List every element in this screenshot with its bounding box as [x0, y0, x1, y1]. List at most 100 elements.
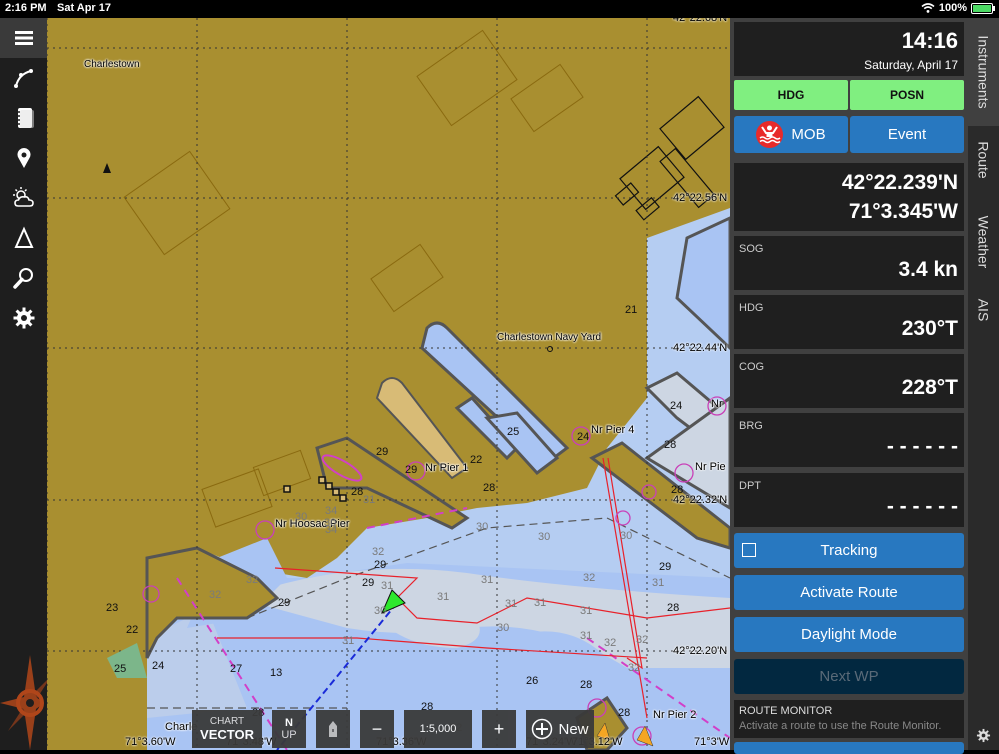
place-label: Nr Hoosac Pier: [275, 518, 350, 530]
compass-rose-icon: [0, 655, 50, 750]
sounding-label: 31: [580, 605, 593, 617]
brg-label: BRG: [739, 420, 763, 432]
logbook-icon: [15, 108, 34, 128]
route-monitor-title: ROUTE MONITOR: [739, 705, 833, 717]
sounding-label: 32: [583, 572, 596, 584]
posn-mode-button[interactable]: POSN: [850, 80, 964, 110]
logbook-button[interactable]: [0, 98, 47, 138]
triangle-icon: [13, 226, 34, 248]
tab-ais[interactable]: AIS: [968, 290, 999, 330]
sounding-label: 28: [667, 602, 680, 614]
zoom-out-button[interactable]: −: [360, 710, 394, 748]
daylight-mode-button[interactable]: Daylight Mode: [734, 617, 964, 652]
latitude-value: 42°22.239'N: [841, 171, 958, 194]
mob-button[interactable]: MOB: [734, 116, 848, 153]
hdg-value: 230°T: [901, 317, 958, 340]
sounding-label: 31: [437, 591, 450, 603]
route-monitor-box: ROUTE MONITOR Activate a route to use th…: [734, 700, 964, 738]
tab-route-label: Route: [975, 141, 992, 179]
tab-route[interactable]: Route: [968, 126, 999, 194]
gear-icon: [13, 307, 34, 329]
nautical-chart[interactable]: Charlestown Charlestown Navy Yard Nr Hoo…: [47, 18, 730, 750]
sounding-label: 24: [577, 431, 590, 443]
place-label: Nr: [711, 398, 723, 410]
sounding-label: 30: [324, 517, 337, 529]
hdg-mode-button[interactable]: HDG: [734, 80, 848, 110]
chart-type-value: VECTOR: [200, 727, 254, 742]
next-wp-button[interactable]: Next WP: [734, 659, 964, 694]
menu-icon: [14, 31, 33, 45]
tab-ais-label: AIS: [975, 298, 992, 322]
sounding-label: 28: [664, 439, 677, 451]
sounding-label: 29: [278, 597, 291, 609]
hdg-box: HDG 230°T: [734, 295, 964, 349]
orientation-bottom: UP: [281, 729, 297, 741]
sounding-label: 30: [538, 531, 551, 543]
side-tabs: Instruments Route Weather AIS: [968, 18, 999, 750]
boat-icon: [329, 721, 337, 737]
dpt-box: DPT - - - - - -: [734, 473, 964, 527]
sounding-label: 28: [483, 482, 496, 494]
bell-icon: [103, 163, 111, 173]
settings-button[interactable]: [0, 298, 47, 338]
sounding-label: 32: [246, 574, 259, 586]
search-icon: [12, 268, 33, 289]
route-monitor-action[interactable]: [734, 742, 964, 754]
new-button[interactable]: New: [526, 710, 594, 748]
tides-button[interactable]: [0, 218, 47, 258]
sounding-label: 27: [230, 663, 243, 675]
weather-button[interactable]: [0, 178, 47, 218]
battery-percent: 100%: [938, 2, 967, 14]
sog-label: SOG: [739, 243, 764, 255]
new-label: New: [558, 720, 589, 738]
search-button[interactable]: [0, 258, 47, 298]
sounding-label: 29: [376, 446, 389, 458]
sounding-label: 28: [351, 486, 364, 498]
sounding-label: 22: [470, 454, 483, 466]
zoom-in-label: +: [493, 718, 505, 739]
left-toolbar: [0, 18, 47, 750]
battery-icon: [971, 2, 995, 14]
chart-bottom-toolbar: CHART VECTOR N UP − 1:5,000 + New: [192, 710, 594, 748]
tab-instruments-label: Instruments: [975, 35, 992, 109]
sounding-label: 34: [325, 505, 338, 517]
center-vessel-button[interactable]: [316, 710, 350, 748]
tracking-button[interactable]: Tracking: [734, 533, 964, 568]
lat-label: 42°22.44'N: [673, 342, 728, 354]
instruments-panel: 14:16 Saturday, April 17 HDG POSN MOB Ev…: [730, 18, 968, 754]
event-button[interactable]: Event: [850, 116, 964, 153]
clock-box: 14:16 Saturday, April 17: [734, 22, 964, 76]
scale-value: 1:5,000: [419, 723, 457, 735]
status-bar: 2:16 PM Sat Apr 17 100%: [0, 0, 999, 18]
sounding-label: 28: [618, 707, 631, 719]
mob-label: MOB: [791, 126, 826, 143]
sounding-label: 32: [209, 589, 222, 601]
routes-button[interactable]: [0, 58, 47, 98]
sounding-label: 31: [534, 597, 547, 609]
sounding-label: 32: [372, 546, 385, 558]
sounding-label: 30: [620, 530, 633, 542]
place-label: Nr Pier 2: [653, 709, 697, 721]
cog-label: COG: [739, 361, 765, 373]
sounding-label: 30: [476, 521, 489, 533]
place-label: Charlestown: [84, 59, 140, 70]
settings-gear-icon[interactable]: [976, 728, 991, 743]
place-label: Nr Pier 4: [591, 424, 635, 436]
tab-weather[interactable]: Weather: [968, 194, 999, 290]
tracking-label: Tracking: [820, 542, 878, 559]
sounding-label: 23: [106, 602, 119, 614]
place-label: Charlestown Navy Yard: [497, 332, 602, 343]
clock-time: 14:16: [901, 28, 958, 53]
orientation-button[interactable]: N UP: [272, 710, 306, 748]
activate-route-button[interactable]: Activate Route: [734, 575, 964, 610]
tab-instruments[interactable]: Instruments: [968, 18, 999, 126]
sounding-label: 31: [652, 577, 665, 589]
lon-label: 71°3'W: [694, 736, 730, 748]
tracking-checkbox[interactable]: [742, 543, 756, 557]
menu-button[interactable]: [0, 18, 47, 58]
man-overboard-icon: [756, 121, 784, 148]
markers-button[interactable]: [0, 138, 47, 178]
chart-type-button[interactable]: CHART VECTOR: [192, 710, 262, 748]
zoom-in-button[interactable]: +: [482, 710, 516, 748]
sounding-label: 29: [362, 577, 375, 589]
